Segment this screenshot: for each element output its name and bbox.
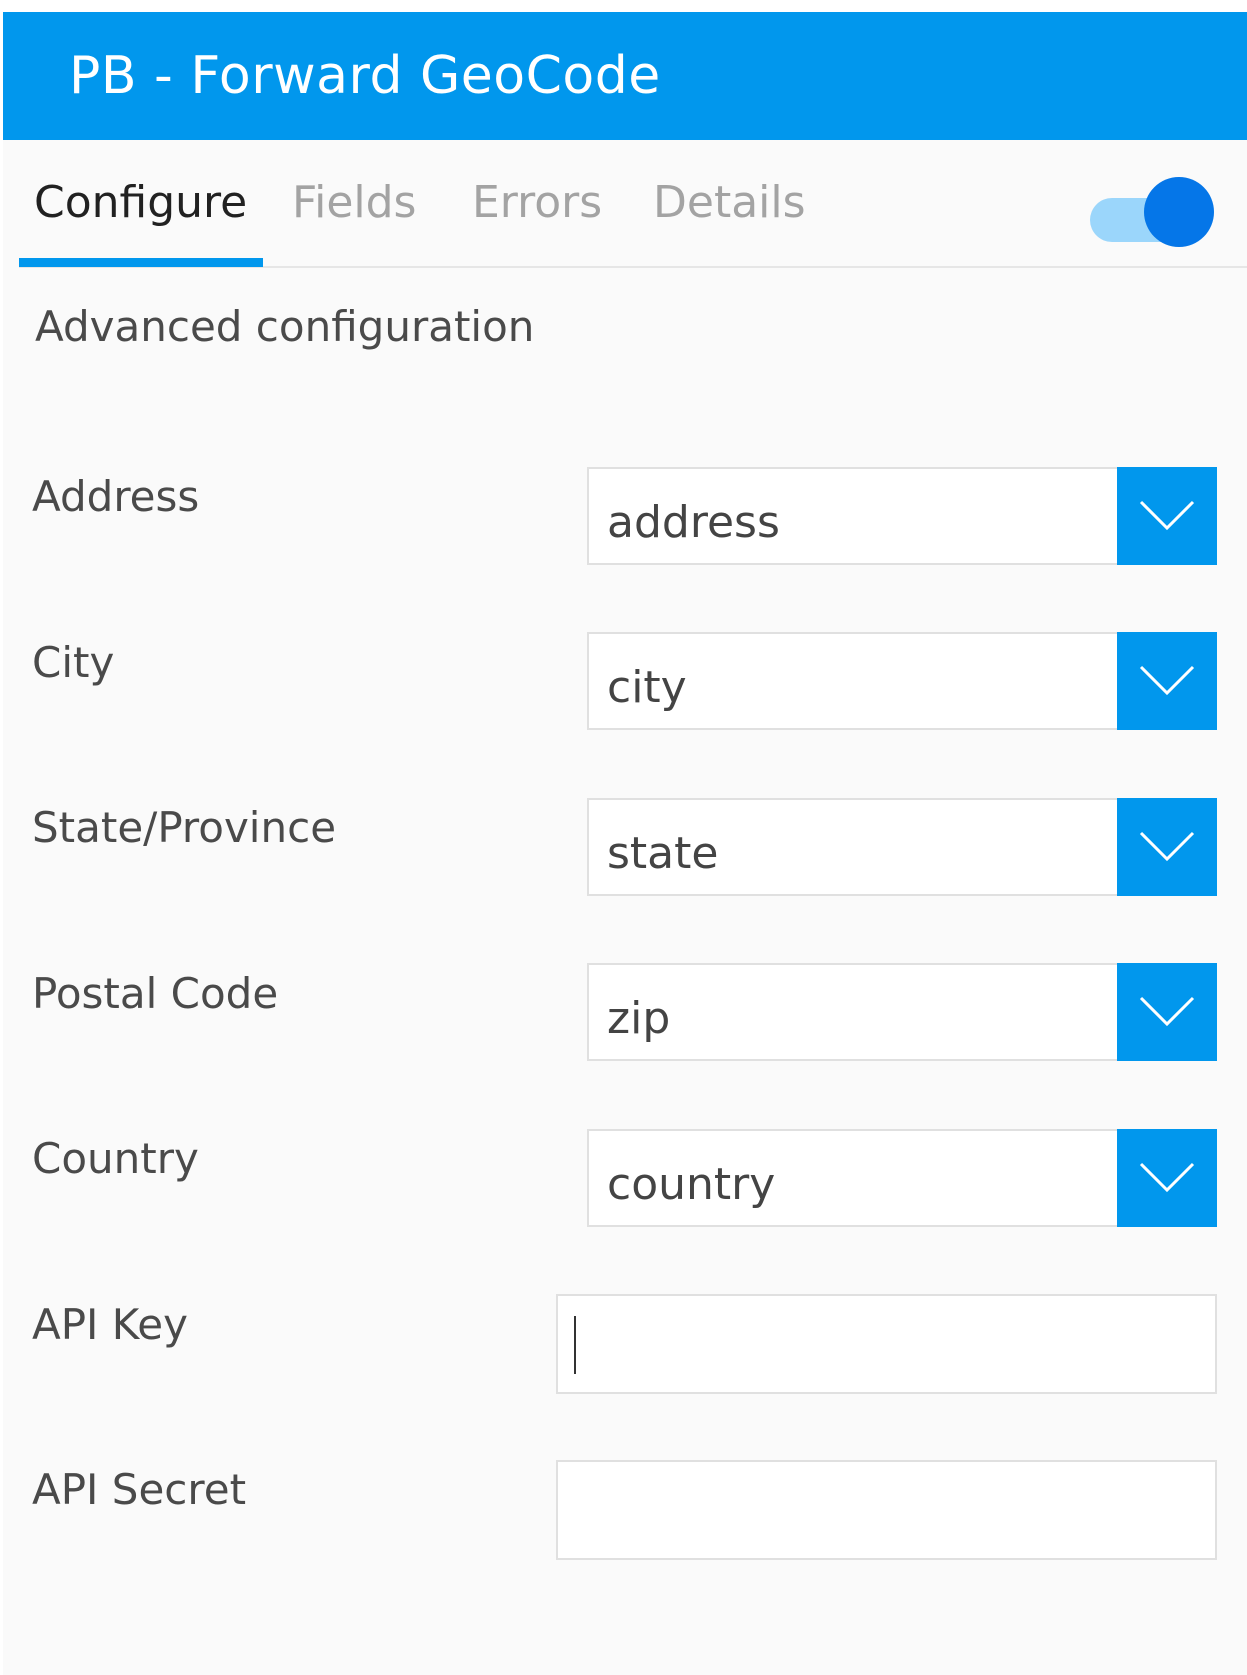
address-dropdown-button[interactable]: [1117, 467, 1217, 565]
country-dropdown-button[interactable]: [1117, 1129, 1217, 1227]
api-key-label: API Key: [32, 1300, 188, 1349]
active-tab-indicator: [19, 258, 263, 267]
advanced-configuration-label: Advanced configuration: [35, 302, 535, 351]
text-caret: [574, 1316, 576, 1374]
chevron-down-icon: [1139, 996, 1195, 1027]
city-label: City: [32, 638, 115, 687]
api-secret-label: API Secret: [32, 1465, 247, 1514]
postal-code-label: Postal Code: [32, 969, 279, 1018]
postal-code-select[interactable]: zip: [587, 963, 1217, 1061]
panel-body: Configure Fields Errors Details Advanced…: [3, 140, 1247, 1675]
tab-errors[interactable]: Errors: [472, 140, 602, 266]
address-select-value: address: [607, 497, 780, 548]
address-label: Address: [32, 472, 200, 521]
city-select[interactable]: city: [587, 632, 1217, 730]
chevron-down-icon: [1139, 1162, 1195, 1193]
city-select-value: city: [607, 662, 687, 713]
postal-code-select-value: zip: [607, 993, 671, 1044]
state-province-select[interactable]: state: [587, 798, 1217, 896]
tab-fields[interactable]: Fields: [292, 140, 416, 266]
api-key-input[interactable]: [556, 1294, 1217, 1394]
chevron-down-icon: [1139, 500, 1195, 531]
panel-header: PB - Forward GeoCode: [3, 12, 1247, 140]
panel-title: PB - Forward GeoCode: [69, 46, 661, 106]
tab-configure[interactable]: Configure: [34, 140, 247, 266]
tab-details[interactable]: Details: [653, 140, 806, 266]
country-label: Country: [32, 1134, 199, 1183]
toggle-knob[interactable]: [1144, 177, 1214, 247]
chevron-down-icon: [1139, 665, 1195, 696]
postal-code-dropdown-button[interactable]: [1117, 963, 1217, 1061]
chevron-down-icon: [1139, 831, 1195, 862]
geocode-panel: PB - Forward GeoCode Configure Fields Er…: [0, 0, 1247, 1675]
state-province-select-value: state: [607, 828, 719, 879]
state-province-label: State/Province: [32, 803, 337, 852]
state-province-dropdown-button[interactable]: [1117, 798, 1217, 896]
tab-bar: Configure Fields Errors Details: [19, 140, 1247, 268]
city-dropdown-button[interactable]: [1117, 632, 1217, 730]
country-select[interactable]: country: [587, 1129, 1217, 1227]
api-secret-input[interactable]: [556, 1460, 1217, 1560]
address-select[interactable]: address: [587, 467, 1217, 565]
country-select-value: country: [607, 1159, 776, 1210]
